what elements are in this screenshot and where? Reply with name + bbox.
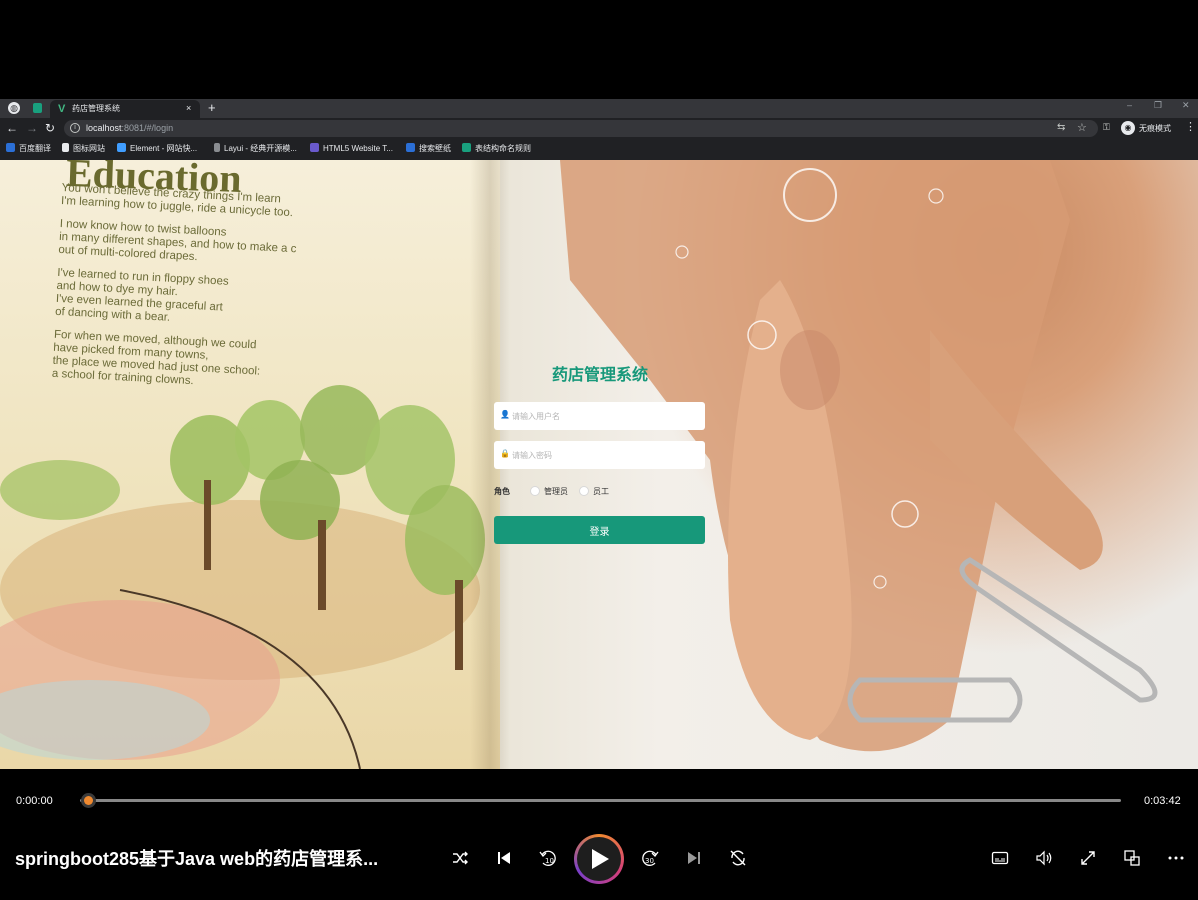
baidu-translate-icon [6, 143, 15, 152]
pinned-tab[interactable] [30, 101, 46, 116]
role-label: 角色 [494, 487, 510, 496]
seek-thumb-dot [84, 796, 93, 805]
role-option-label: 员工 [593, 487, 609, 496]
login-button[interactable]: 登录 [494, 516, 705, 544]
login-page: Education You won't believe the crazy th… [0, 160, 1198, 769]
video-title: springboot285基于Java web的药店管理系... [15, 849, 379, 869]
bookmarks-bar: 百度翻译 图标网站 Element - 网站快... Layui - 经典开源模… [0, 139, 1198, 160]
bookmark-item[interactable]: Layui - 经典开源模... [214, 143, 297, 155]
svg-text:30: 30 [645, 857, 654, 865]
user-icon: 👤 [500, 410, 510, 419]
bookmark-label: Layui - 经典开源模... [224, 144, 297, 153]
forward-icon[interactable]: → [26, 121, 38, 135]
new-tab-button[interactable]: + [208, 100, 216, 115]
html5-website-icon [310, 143, 319, 152]
bookmark-label: HTML5 Website T... [323, 144, 393, 153]
translate-icon[interactable]: ⇆ [1057, 122, 1065, 133]
radio-button[interactable] [530, 486, 540, 496]
url-host: localhost [86, 123, 122, 133]
tab-title: 药店管理系统 [72, 104, 120, 113]
globe-icon[interactable]: ◍ [8, 102, 20, 114]
url-text[interactable]: localhost:8081/#/login [86, 123, 173, 134]
bookmark-item[interactable]: Element - 网站快... [117, 143, 197, 155]
browser-menu-icon[interactable]: ⋮ [1185, 121, 1196, 133]
bookmark-item[interactable]: 表结构命名规则 [462, 143, 531, 155]
key-icon[interactable]: ⚿ [1103, 122, 1110, 133]
role-option-admin[interactable]: 管理员 [530, 486, 568, 498]
browser-window: ◍ V 药店管理系统 × + – ❐ ✕ ← → ↻ i localhost:8… [0, 99, 1198, 769]
radio-button[interactable] [579, 486, 589, 496]
sheet-icon [462, 143, 471, 152]
fullscreen-icon[interactable] [1076, 846, 1100, 870]
bookmark-item[interactable]: HTML5 Website T... [310, 143, 393, 155]
tab-close-icon[interactable]: × [186, 102, 191, 115]
role-selector: 角色 管理员 员工 [494, 486, 705, 500]
bookmark-label: 百度翻译 [19, 144, 51, 153]
incognito-label: 无痕模式 [1139, 124, 1171, 133]
subtitles-icon[interactable] [988, 846, 1012, 870]
password-input[interactable] [512, 445, 700, 465]
bookmark-star-icon[interactable]: ☆ [1077, 121, 1087, 134]
miniplayer-icon[interactable] [1120, 846, 1144, 870]
next-icon[interactable] [682, 846, 706, 870]
svg-text:10: 10 [545, 857, 554, 865]
poem-paragraph: For when we moved, although we could hav… [51, 328, 261, 388]
incognito-indicator[interactable]: ◉ 无痕模式 [1121, 120, 1175, 136]
tab-strip: ◍ V 药店管理系统 × + – ❐ ✕ [0, 99, 1198, 118]
volume-icon[interactable] [1032, 846, 1056, 870]
lock-icon: 🔒 [500, 449, 510, 458]
shuffle-icon[interactable] [448, 846, 472, 870]
restore-icon[interactable]: ❐ [1154, 99, 1162, 111]
element-icon [117, 143, 126, 152]
window-close-icon[interactable]: ✕ [1182, 99, 1190, 111]
bookmark-label: Element - 网站快... [130, 144, 198, 153]
vue-logo-icon: V [58, 103, 66, 115]
layui-icon [214, 143, 220, 152]
bookmark-label: 表结构命名规则 [475, 144, 531, 153]
password-field[interactable]: 🔒 [494, 441, 705, 469]
more-icon[interactable] [1164, 846, 1188, 870]
seek-bar[interactable] [80, 799, 1121, 802]
poem-paragraph: I now know how to twist balloons in many… [58, 217, 297, 264]
repeat-icon[interactable] [726, 846, 750, 870]
previous-icon[interactable] [492, 846, 516, 870]
seek-thumb[interactable] [81, 793, 96, 808]
address-bar: ← → ↻ i localhost:8081/#/login ⇆ ☆ ⚿ ◉ 无… [0, 118, 1198, 139]
back-icon[interactable]: ← [6, 121, 18, 135]
role-option-label: 管理员 [544, 487, 568, 496]
book-poem: You won't believe the crazy things I'm l… [51, 182, 332, 405]
url-path: :8081/#/login [121, 123, 174, 133]
forward-30-icon[interactable]: 30 [638, 846, 662, 870]
tab-active[interactable]: V 药店管理系统 × [50, 100, 200, 118]
login-form: 药店管理系统 👤 🔒 角色 管理员 员工 登录 [488, 320, 712, 560]
role-option-staff[interactable]: 员工 [579, 486, 609, 498]
pinned-tab-favicon-icon [33, 103, 42, 113]
background-book-illustration: Education You won't believe the crazy th… [0, 160, 500, 769]
poem-paragraph: I've learned to run in floppy shoes and … [54, 266, 229, 324]
incognito-icon: ◉ [1121, 121, 1135, 135]
play-button[interactable] [574, 834, 624, 884]
total-time: 0:03:42 [1144, 795, 1181, 807]
bookmark-label: 图标网站 [73, 144, 105, 153]
play-icon [592, 849, 609, 869]
bookmark-item[interactable]: 图标网站 [62, 143, 105, 155]
bookmark-item[interactable]: 百度翻译 [6, 143, 51, 155]
username-input[interactable] [512, 406, 700, 426]
reload-icon[interactable]: ↻ [45, 121, 55, 135]
site-info-icon[interactable]: i [70, 123, 80, 133]
bookmark-item[interactable]: 搜索壁纸 [406, 143, 451, 155]
minimize-icon[interactable]: – [1127, 99, 1132, 111]
username-field[interactable]: 👤 [494, 402, 705, 430]
login-title: 药店管理系统 [551, 367, 648, 384]
media-player-controls: 0:00:00 0:03:42 springboot285基于Java web的… [0, 769, 1198, 900]
wallpaper-icon [406, 143, 415, 152]
flag-icon [62, 143, 69, 152]
current-time: 0:00:00 [16, 795, 53, 807]
rewind-10-icon[interactable]: 10 [536, 846, 560, 870]
bookmark-label: 搜索壁纸 [419, 144, 451, 153]
omnibox[interactable]: i localhost:8081/#/login ⇆ ☆ [64, 120, 1098, 137]
